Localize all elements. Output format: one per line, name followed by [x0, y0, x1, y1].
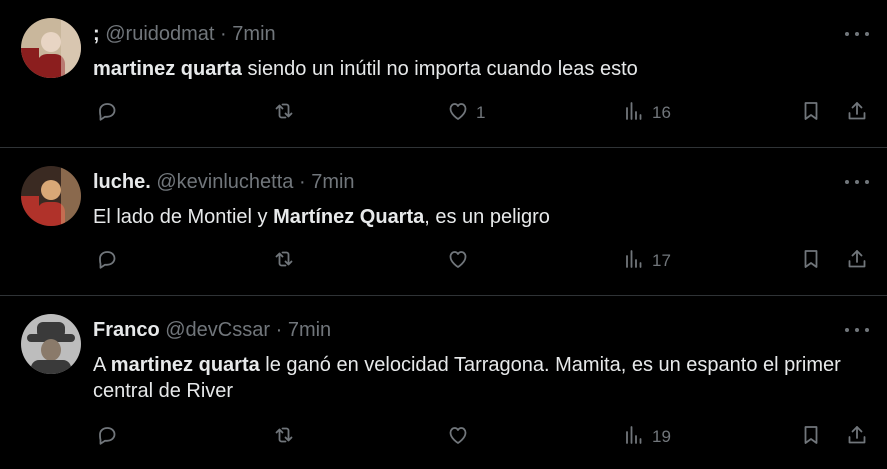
- like-button[interactable]: 1: [446, 100, 485, 126]
- timestamp[interactable]: 7min: [311, 171, 354, 193]
- avatar[interactable]: [21, 18, 81, 78]
- display-name[interactable]: Franco: [93, 319, 160, 341]
- timestamp[interactable]: 7min: [288, 319, 331, 341]
- bookmark-button[interactable]: [799, 100, 823, 126]
- share-button[interactable]: [845, 248, 869, 274]
- reply-button[interactable]: [95, 424, 119, 450]
- views-button[interactable]: 17: [622, 248, 671, 274]
- avatar[interactable]: [21, 166, 81, 226]
- timestamp[interactable]: 7min: [232, 23, 275, 45]
- tweet-actions: 17: [0, 248, 887, 274]
- like-count: 1: [476, 103, 486, 122]
- bold-text: martinez quarta: [93, 58, 242, 80]
- user-handle[interactable]: @ruidodmat: [105, 23, 214, 45]
- tweet[interactable]: ; @ruidodmat · 7min martinez quarta siend…: [0, 0, 887, 148]
- views-count: 16: [652, 103, 671, 122]
- text-segment: A: [93, 354, 111, 376]
- share-button[interactable]: [845, 424, 869, 450]
- more-icon[interactable]: [845, 172, 869, 192]
- reply-icon: [95, 247, 119, 276]
- display-name[interactable]: ;: [93, 23, 100, 45]
- user-handle[interactable]: @kevinluchetta: [156, 171, 293, 193]
- heart-icon: [446, 423, 470, 452]
- text-segment: , es un peligro: [424, 206, 550, 228]
- retweet-icon: [272, 247, 296, 276]
- views-count: 17: [652, 251, 671, 270]
- separator-dot: ·: [298, 171, 306, 193]
- retweet-button[interactable]: [272, 424, 296, 450]
- timeline: ; @ruidodmat · 7min martinez quarta siend…: [0, 0, 887, 469]
- share-icon: [845, 247, 869, 276]
- tweet[interactable]: luche. @kevinluchetta · 7min El lado de M…: [0, 148, 887, 296]
- separator-dot: ·: [275, 319, 283, 341]
- views-button[interactable]: 19: [622, 424, 671, 450]
- bookmark-button[interactable]: [799, 424, 823, 450]
- tweet-actions: 1 16: [0, 100, 887, 126]
- reply-icon: [95, 423, 119, 452]
- views-icon: [622, 99, 646, 128]
- views-count: 19: [652, 427, 671, 446]
- bookmark-icon: [799, 247, 823, 276]
- heart-icon: [446, 99, 470, 128]
- retweet-button[interactable]: [272, 100, 296, 126]
- bookmark-icon: [799, 99, 823, 128]
- share-button[interactable]: [845, 100, 869, 126]
- like-button[interactable]: [446, 424, 476, 450]
- display-name[interactable]: luche.: [93, 171, 151, 193]
- retweet-button[interactable]: [272, 248, 296, 274]
- tweet-actions: 19: [0, 424, 887, 450]
- views-icon: [622, 247, 646, 276]
- tweet-text: martinez quarta siendo un inútil no impo…: [93, 56, 863, 82]
- share-icon: [845, 423, 869, 452]
- views-button[interactable]: 16: [622, 100, 671, 126]
- text-segment: El lado de Montiel y: [93, 206, 274, 228]
- tweet-header: ; @ruidodmat · 7min: [93, 22, 276, 46]
- reply-button[interactable]: [95, 100, 119, 126]
- tweet-text: El lado de Montiel y Martínez Quarta, es…: [93, 204, 863, 230]
- tweet[interactable]: Franco @devCssar · 7min A martinez quarta…: [0, 296, 887, 469]
- tweet-text: A martinez quarta le ganó en velocidad T…: [93, 352, 863, 404]
- avatar[interactable]: [21, 314, 81, 374]
- text-segment: siendo un inútil no importa cuando leas …: [241, 58, 638, 80]
- tweet-header: Franco @devCssar · 7min: [93, 318, 331, 342]
- like-button[interactable]: [446, 248, 476, 274]
- reply-button[interactable]: [95, 248, 119, 274]
- more-icon[interactable]: [845, 24, 869, 44]
- heart-icon: [446, 247, 470, 276]
- more-icon[interactable]: [845, 320, 869, 340]
- tweet-header: luche. @kevinluchetta · 7min: [93, 170, 355, 194]
- retweet-icon: [272, 423, 296, 452]
- share-icon: [845, 99, 869, 128]
- separator-dot: ·: [220, 23, 227, 45]
- bold-text: martinez quarta: [110, 354, 260, 376]
- bookmark-button[interactable]: [799, 248, 823, 274]
- reply-icon: [95, 99, 119, 128]
- bookmark-icon: [799, 423, 823, 452]
- user-handle[interactable]: @devCssar: [165, 319, 270, 341]
- bold-text: Martínez Quarta: [273, 206, 425, 228]
- retweet-icon: [272, 99, 296, 128]
- views-icon: [622, 423, 646, 452]
